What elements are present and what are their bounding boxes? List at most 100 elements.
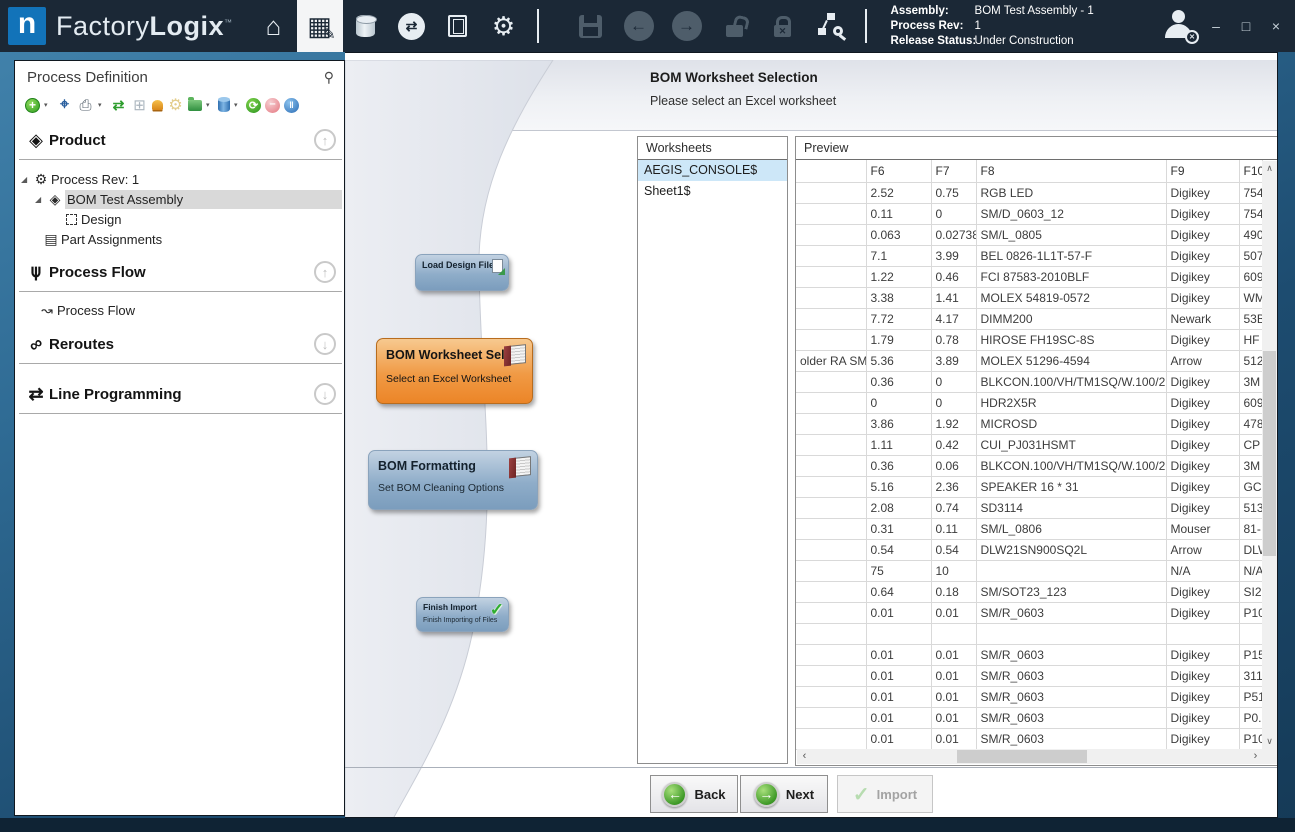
reroutes-expand-arrow[interactable]: ↓ [314, 333, 336, 355]
export-icon[interactable] [188, 100, 202, 111]
tree-item-process-rev[interactable]: ◢ ⚙ Process Rev: 1 [15, 169, 346, 189]
preview-cell [866, 623, 931, 644]
lock-x-icon[interactable]: ✕ [759, 0, 807, 52]
preview-cell: 1.41 [931, 287, 976, 308]
preview-cell: DLW [1239, 539, 1262, 560]
column-header[interactable] [796, 160, 866, 182]
release-search-icon[interactable] [807, 0, 855, 52]
preview-cell: N/A [1239, 560, 1262, 581]
bell-icon[interactable] [152, 100, 163, 110]
column-header[interactable]: F9 [1166, 160, 1239, 182]
print-icon-dropdown[interactable]: ▾ [98, 101, 106, 109]
preview-cell: 0.01 [866, 728, 931, 749]
settings-gear-icon[interactable]: ⚙ [481, 0, 527, 52]
minimize-button[interactable]: – [1205, 18, 1227, 34]
close-button[interactable]: × [1265, 18, 1287, 34]
step-load-design-files[interactable]: Load Design Files [415, 254, 509, 291]
preview-row: 0.010.01SM/R_0603DigikeyP15 [796, 644, 1262, 665]
preview-row: 2.080.74SD3114Digikey513 [796, 497, 1262, 518]
section-reroutes[interactable]: ∞ Reroutes ↓ [15, 329, 346, 359]
back-icon[interactable]: ← [615, 0, 663, 52]
remove-icon[interactable] [265, 98, 280, 113]
gears-icon: ⚙ [31, 171, 51, 188]
documents-icon[interactable] [435, 0, 481, 52]
expander-icon[interactable]: ◢ [35, 195, 45, 204]
tree-item-part-assignments[interactable]: ▤ Part Assignments [15, 229, 346, 249]
add-icon[interactable] [25, 98, 40, 113]
find-icon[interactable] [56, 97, 73, 114]
line-programming-expand-arrow[interactable]: ↓ [314, 383, 336, 405]
horizontal-scrollbar[interactable]: ‹ › [797, 749, 1277, 764]
add-icon-dropdown[interactable]: ▾ [44, 101, 52, 109]
preview-cell: 75 [866, 560, 931, 581]
worksheet-item[interactable]: AEGIS_CONSOLE$ [638, 160, 787, 181]
section-process-flow[interactable]: ⋔ Process Flow ↑ [15, 257, 346, 287]
scroll-down-arrow[interactable]: ∨ [1262, 734, 1277, 749]
back-button[interactable]: ←Back [650, 775, 738, 813]
preview-row [796, 623, 1262, 644]
preview-cell: Digikey [1166, 497, 1239, 518]
shuffle-icon[interactable] [110, 97, 127, 114]
preview-row: 0.0630.02738SM/L_0805Digikey490 [796, 224, 1262, 245]
tree-item-design[interactable]: Design [15, 209, 346, 229]
process-flow-collapse-arrow[interactable]: ↑ [314, 261, 336, 283]
preview-cell: Digikey [1166, 329, 1239, 350]
column-header[interactable]: F10 [1239, 160, 1262, 182]
tree-item-bom-test-assembly[interactable]: ◢ ◈ BOM Test Assembly [15, 189, 346, 209]
preview-cell: BLKCON.100/VH/TM1SQ/W.100/2 [976, 455, 1166, 476]
column-header[interactable]: F6 [866, 160, 931, 182]
transfer-icon[interactable]: ⇄ [389, 0, 435, 52]
preview-cell: 0.01 [931, 602, 976, 623]
preview-row: 7510N/AN/A [796, 560, 1262, 581]
section-line-programming[interactable]: ⇄ Line Programming ↓ [15, 379, 346, 409]
section-reroutes-label: Reroutes [49, 336, 114, 353]
preview-cell [796, 266, 866, 287]
export-icon-dropdown[interactable]: ▾ [206, 101, 214, 109]
unlock-icon[interactable] [711, 0, 759, 52]
refresh-icon[interactable] [246, 98, 261, 113]
forward-icon[interactable]: → [663, 0, 711, 52]
maximize-button[interactable]: □ [1235, 18, 1257, 34]
scroll-left-arrow[interactable]: ‹ [797, 749, 812, 764]
database-icon-dropdown[interactable]: ▾ [234, 101, 242, 109]
scroll-right-arrow[interactable]: › [1248, 749, 1263, 764]
column-header[interactable]: F8 [976, 160, 1166, 182]
next-button[interactable]: →Next [740, 775, 828, 813]
toolbar-separator [537, 9, 539, 43]
step-bom-formatting[interactable]: BOM Formatting Set BOM Cleaning Options [368, 450, 538, 510]
hscroll-thumb[interactable] [957, 750, 1087, 763]
material-icon[interactable] [343, 0, 389, 52]
step-finish-import[interactable]: Finish Import Finish Importing of Files … [416, 597, 509, 632]
print-icon[interactable] [77, 97, 94, 114]
preview-cell [796, 455, 866, 476]
preview-cell: SD3114 [976, 497, 1166, 518]
product-collapse-arrow[interactable]: ↑ [314, 129, 336, 151]
presentation-icon[interactable] [131, 97, 148, 114]
expander-icon[interactable]: ◢ [21, 175, 31, 184]
assembly-info: Assembly:BOM Test Assembly - 1 Process R… [891, 4, 1094, 49]
preview-cell [796, 665, 866, 686]
pin-icon[interactable]: ⚲ [324, 69, 334, 86]
preview-cell: 0.01 [866, 707, 931, 728]
save-icon[interactable] [567, 0, 615, 52]
pause-icon[interactable] [284, 98, 299, 113]
vertical-scrollbar[interactable]: ∧ ∨ [1262, 161, 1277, 749]
section-product[interactable]: ◈ Product ↑ [15, 125, 346, 155]
process-definition-icon[interactable]: ▦✎ [297, 0, 343, 52]
preview-cell: P10 [1239, 728, 1262, 749]
tree-item-process-flow[interactable]: ↝ Process Flow [15, 299, 346, 321]
user-logout-icon[interactable]: ✕ [1161, 10, 1197, 42]
database-icon[interactable] [218, 98, 230, 112]
gear-icon[interactable] [167, 97, 184, 114]
step-bom-worksheet-selection[interactable]: BOM Worksheet Sel... Select an Excel Wor… [376, 338, 533, 404]
import-button[interactable]: ✓Import [837, 775, 933, 813]
worksheet-item[interactable]: Sheet1$ [638, 181, 787, 202]
preview-cell: 754 [1239, 203, 1262, 224]
column-header[interactable]: F7 [931, 160, 976, 182]
home-icon[interactable]: ⌂ [251, 0, 297, 52]
preview-row: 0.010.01SM/R_0603DigikeyP0. [796, 707, 1262, 728]
preview-cell: 507 [1239, 245, 1262, 266]
vscroll-thumb[interactable] [1263, 351, 1276, 556]
logo-letter: n [18, 9, 36, 39]
scroll-up-arrow[interactable]: ∧ [1262, 161, 1277, 176]
